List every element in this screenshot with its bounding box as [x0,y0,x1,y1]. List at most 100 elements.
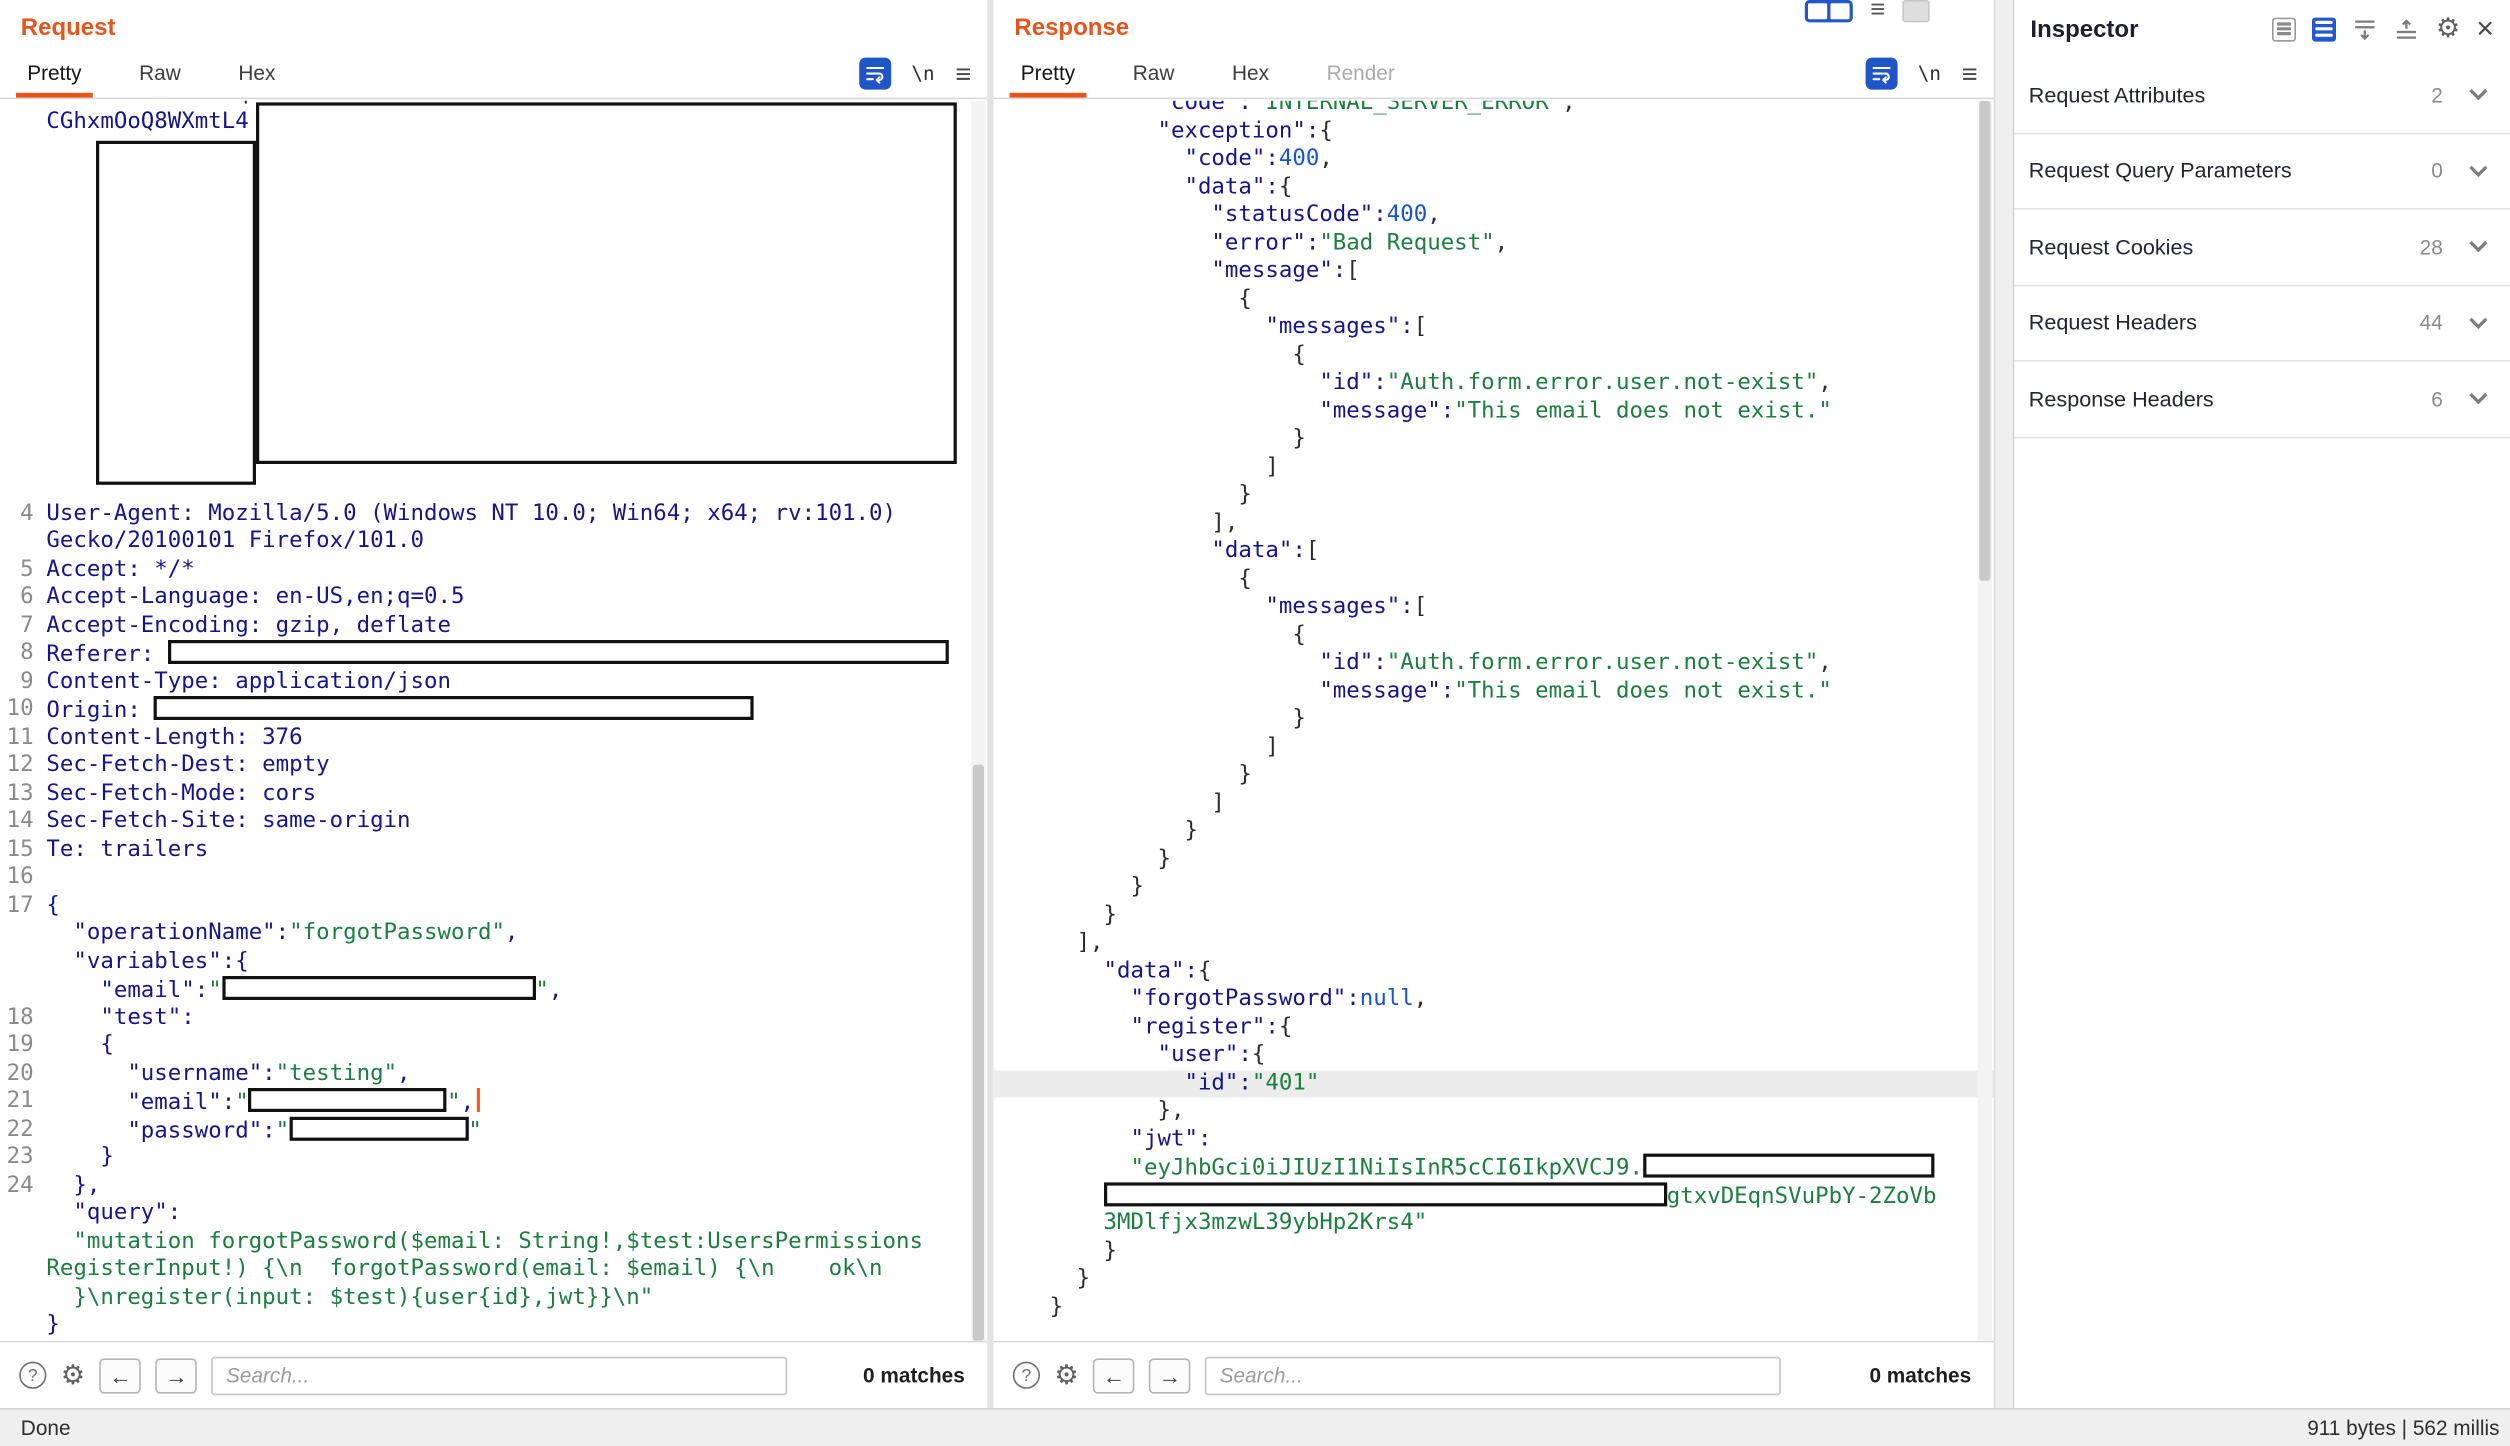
layout-menu-icon[interactable]: ≡ [1870,0,1885,22]
tab-render[interactable]: Render [1315,53,1406,98]
line-number: 11 [0,724,34,752]
scrollbar-thumb[interactable] [973,765,984,1341]
inspector-splitter[interactable] [1994,0,2013,1408]
code-line: 9Content-Type: application/json [0,668,987,696]
line-number [0,388,34,416]
tab-raw[interactable]: Raw [128,53,192,98]
help-icon[interactable]: ? [19,1362,46,1389]
code-text: "error":"Bad Request", [1050,230,1509,258]
inspector-section-request-cookies[interactable]: Request Cookies28 [2014,210,2510,286]
line-number [0,948,34,976]
code-line-selected: "id":"401" [994,1070,1994,1098]
code-text: } [46,1144,113,1172]
code-line: } [994,1294,1994,1322]
response-panel: Response Pretty Raw Hex Render \n ≡ "cod… [994,0,1994,1408]
code-text: "query": [46,1200,181,1228]
chevron-down-icon[interactable] [2469,83,2487,101]
chevron-down-icon[interactable] [2469,159,2487,177]
expand-all-icon[interactable] [2394,17,2420,41]
request-tabbar: Pretty Raw Hex \n ≡ [0,54,987,99]
code-line: "user":{ [994,1042,1994,1070]
chevron-down-icon[interactable] [2469,311,2487,329]
request-panel-title: Request [21,14,116,41]
response-scrollbar[interactable] [1978,101,1992,1341]
chevron-down-icon[interactable] [2469,387,2487,405]
code-line: 15Te: trailers [0,836,987,864]
search-input[interactable] [212,1356,788,1394]
help-icon[interactable]: ? [1013,1362,1040,1389]
code-line: { [994,342,1994,370]
code-line: { [994,286,1994,314]
hamburger-menu-icon[interactable]: ≡ [1962,60,1978,87]
next-match-button[interactable]: → [1149,1358,1191,1393]
gear-icon[interactable]: ⚙ [1054,1362,1078,1389]
code-line: "message":[ [994,258,1994,286]
wrap-lines-icon[interactable] [859,58,891,90]
inspector-section-request-query-parameters[interactable]: Request Query Parameters0 [2014,134,2510,210]
request-scrollbar[interactable] [971,101,985,1341]
code-text: ] [1050,454,1279,482]
code-text: Accept: */* [46,556,194,584]
redaction-box [256,102,957,464]
gear-icon[interactable]: ⚙ [2436,13,2460,45]
code-line: "data":{ [994,958,1994,986]
line-number: 7 [0,612,34,640]
close-icon[interactable]: × [2476,14,2494,44]
code-text: User-Agent: Mozilla/5.0 (Windows NT 10.0… [46,500,896,528]
line-number: 24 [0,1172,34,1200]
tab-raw[interactable]: Raw [1122,53,1186,98]
code-line: 16 [0,864,987,892]
split-layout-icon[interactable] [1805,0,1853,22]
request-editor[interactable]: IuZO4fNeZFbLreqCGhxmOoQ8WXmtL44User-Agen… [0,101,987,1341]
code-line: "code":400, [994,146,1994,174]
code-line: "id":"Auth.form.error.user.not-exist", [994,370,1994,398]
code-text: Accept-Encoding: gzip, deflate [46,612,451,640]
code-text: { [1050,286,1252,314]
tab-hex[interactable]: Hex [227,53,286,98]
split-view-icon[interactable] [2313,17,2337,41]
request-tab-tools: \n ≡ [859,58,972,98]
code-line: ] [994,790,1994,818]
inspector-section-request-attributes[interactable]: Request Attributes2 [2014,58,2510,134]
dock-right-icon[interactable] [2273,17,2297,41]
code-line: 7 Accept-Encoding: gzip, deflate [0,612,987,640]
line-number: 4 [0,500,34,528]
next-match-button[interactable]: → [156,1358,198,1393]
wrap-lines-icon[interactable] [1865,58,1897,90]
prev-match-button[interactable]: ← [1093,1358,1135,1393]
line-number: 21 [0,1088,34,1116]
search-input[interactable] [1205,1356,1781,1394]
code-text: } [1050,902,1117,930]
code-text: "statusCode":400, [1050,202,1441,230]
line-number: 5 [0,556,34,584]
scrollbar-thumb[interactable] [1979,101,1990,581]
tab-hex[interactable]: Hex [1221,53,1280,98]
inspector-section-request-headers[interactable]: Request Headers44 [2014,286,2510,362]
tab-pretty[interactable]: Pretty [16,53,93,98]
code-line: } [994,1238,1994,1266]
redaction-box [168,640,949,664]
code-line: "forgotPassword":null, [994,986,1994,1014]
code-text: { [1050,622,1306,650]
code-line: 6Accept-Language: en-US,en;q=0.5 [0,584,987,612]
collapse-all-icon[interactable] [2353,17,2379,41]
hamburger-menu-icon[interactable]: ≡ [955,60,971,87]
code-text: } [1050,874,1144,902]
code-text: { [46,1032,113,1060]
show-newlines-toggle[interactable]: \n [1918,62,1941,84]
tab-pretty[interactable]: Pretty [1010,53,1087,98]
code-line: } [994,762,1994,790]
code-line: } [0,1312,987,1340]
code-text: } [1050,706,1306,734]
code-line: "statusCode":400, [994,202,1994,230]
single-layout-icon[interactable] [1903,0,1930,22]
code-line: }\nregister(input: $test){user{id},jwt}}… [0,1284,987,1312]
code-line: gtxvDEqnSVuPbY-2ZoVb [994,1182,1994,1210]
gear-icon[interactable]: ⚙ [61,1362,85,1389]
prev-match-button[interactable]: ← [100,1358,142,1393]
code-line: } [994,902,1994,930]
inspector-section-response-headers[interactable]: Response Headers6 [2014,362,2510,438]
show-newlines-toggle[interactable]: \n [911,62,934,84]
response-viewer[interactable]: "code":"INTERNAL_SERVER_ERROR", "excepti… [994,101,1994,1341]
chevron-down-icon[interactable] [2469,235,2487,253]
